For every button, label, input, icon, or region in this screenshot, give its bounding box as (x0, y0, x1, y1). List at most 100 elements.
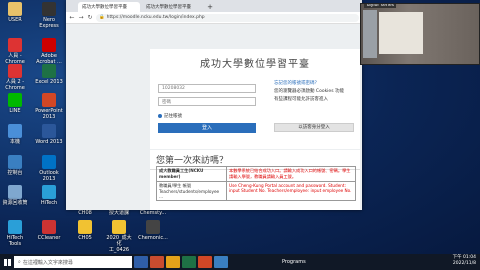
room-window (363, 10, 377, 58)
hitools-icon (8, 220, 22, 234)
browser-toolbar: ← → ↻ 🔒 https://moodle.ncku.edu.tw/login… (66, 12, 362, 24)
forgot-password-link[interactable]: 忘記您的帳號或密碼？ (274, 81, 358, 87)
tab-moodle-1[interactable]: 成功大學數位學習平臺 (78, 2, 140, 12)
desktop-icon-label: HiTech Tools (6, 235, 24, 247)
chemonic-icon (146, 220, 160, 234)
page-title: 成功大學數位學習平臺 (200, 59, 310, 70)
desktop-icon-excel[interactable]: Excel 2013 (34, 64, 64, 85)
desktop-icon-word[interactable]: Word 2013 (34, 124, 64, 145)
desktop-icon-acrobat[interactable]: Adobe Acrobat ... (34, 38, 64, 65)
forward-icon[interactable]: → (78, 14, 84, 21)
checkbox-icon (158, 114, 162, 118)
clock-date: 2022/11/8 (452, 261, 476, 266)
remember-label: 記住帳號 (164, 114, 182, 119)
desktop-icon-label: Outlook 2013 (39, 170, 59, 182)
desktop-icon-chemonic[interactable]: Chemonic... (138, 220, 168, 241)
powerpoint-taskbar-icon[interactable] (198, 256, 212, 268)
recycle-icon (8, 185, 22, 199)
desktop-icon-label: CCleaner (37, 235, 61, 241)
taskbar: ⌕ 在這裡輸入文字來搜尋 Programs 下午 01:04 2022/11/8 (0, 254, 480, 270)
desktop-icon-label: PowerPoint 2013 (35, 108, 63, 120)
app-taskbar-icon[interactable] (214, 256, 228, 268)
desktop-icon-line[interactable]: LINE (0, 93, 30, 114)
user-icon (8, 2, 22, 16)
excel-taskbar-icon[interactable] (182, 256, 196, 268)
browser-window: 成功大學數位學習平臺 成功大學數位學習平臺 + ← → ↻ 🔒 https://… (66, 0, 362, 210)
desktop-icon-label: Excel 2013 (35, 79, 63, 85)
start-button[interactable] (0, 254, 14, 270)
desktop-icon-label: Nero Express (39, 17, 59, 29)
desktop-icon-in2[interactable]: 人員 2 - Chrome (0, 64, 30, 91)
desktop-icon-ch05[interactable]: CH05 (70, 220, 100, 241)
search-icon: ⌕ (18, 259, 21, 265)
pc-icon (8, 124, 22, 138)
desktop-icon-pc[interactable]: 本機 (0, 124, 30, 145)
tab-bar: 成功大學數位學習平臺 成功大學數位學習平臺 + (66, 0, 362, 12)
username-field[interactable]: 10208032 (158, 84, 256, 93)
desktop-icon-hitools[interactable]: HiTech Tools (0, 220, 30, 247)
taskbar-search[interactable]: ⌕ 在這裡輸入文字來搜尋 (14, 256, 132, 268)
ppt-icon (42, 93, 56, 107)
desktop-icon-user[interactable]: USER (0, 2, 30, 23)
desktop-icon-ccleaner[interactable]: CCleaner (34, 220, 64, 241)
hitech-icon (42, 185, 56, 199)
desktop-icon-nero[interactable]: Nero Express (34, 2, 64, 29)
url-text: https://moodle.ncku.edu.tw/login/index.p… (106, 15, 205, 20)
desktop-icon-cv2020[interactable]: 2020_成大化 工_0426 (104, 220, 134, 253)
ch05-icon (78, 220, 92, 234)
excel-icon (42, 64, 56, 78)
chrome-taskbar-icon[interactable] (150, 256, 164, 268)
desktop-icon-label: Chemonic... (138, 235, 168, 241)
table-row: 教職員/學生 帳號 Teachers/students/employee ...… (157, 182, 355, 200)
outlook-icon (42, 155, 56, 169)
explorer-taskbar-icon[interactable] (166, 256, 180, 268)
word-icon (42, 124, 56, 138)
address-bar[interactable]: 🔒 https://moodle.ncku.edu.tw/login/index… (96, 13, 359, 22)
windows-icon (3, 258, 11, 266)
desktop-icon-hitech[interactable]: HiTech (34, 185, 64, 206)
info-table: 成大教職員工生(NCKU member) 本數學系統已結合成功入口。請輸入成功入… (156, 166, 356, 201)
search-placeholder: 在這裡輸入文字來搜尋 (22, 259, 73, 266)
desktop-icon-label: 資源回收筒 (2, 200, 28, 206)
desktop-icon-label: Word 2013 (35, 139, 63, 145)
desktop-icon-label: 授大道課 (108, 210, 129, 216)
password-field[interactable]: 密碼 (158, 97, 256, 106)
moodle-page: 成功大學數位學習平臺 10208032 密碼 記住帳號 登入 忘記您的帳號或密碼… (66, 24, 362, 210)
desktop-icon-ppt[interactable]: PowerPoint 2013 (34, 93, 64, 120)
lock-icon: 🔒 (99, 15, 105, 20)
cookie-notice: 您的瀏覽器必須啟動 Cookies 功能 (274, 89, 344, 94)
guest-note: 有些課程可能允許訪客進入 (274, 97, 328, 102)
desktop-icon-recycle[interactable]: 資源回收筒 (0, 185, 30, 206)
back-icon[interactable]: ← (69, 14, 75, 21)
system-clock[interactable]: 下午 01:04 2022/11/8 (453, 255, 476, 267)
in1-icon (8, 38, 22, 52)
desktop-icon-ctrl[interactable]: 控制台 (0, 155, 30, 176)
desktop-icon-label: CH08 (78, 210, 92, 216)
login-button[interactable]: 登入 (158, 123, 256, 133)
help-column: 忘記您的帳號或密碼？ 您的瀏覽器必須啟動 Cookies 功能 有些課程可能允許… (274, 81, 358, 103)
task-view-icon[interactable] (134, 256, 148, 268)
desktop-icon-label: HiTech (40, 200, 58, 206)
line-icon (8, 93, 22, 107)
desktop-icon-label: Chemsty... (139, 210, 167, 216)
desktop-icon-outlook[interactable]: Outlook 2013 (34, 155, 64, 182)
desktop-icon-in1[interactable]: 人員 - Chrome (0, 38, 30, 65)
table-cell: Use Cheng-Kung Portal account and passwo… (229, 183, 352, 193)
remember-checkbox[interactable]: 記住帳號 (158, 113, 182, 119)
desktop-icon-label: CH05 (78, 235, 92, 241)
desktop-icon-label: 本機 (9, 139, 20, 145)
ctrl-icon (8, 155, 22, 169)
reload-icon[interactable]: ↻ (87, 14, 93, 21)
desktop-icon-label: 控制台 (7, 170, 23, 176)
video-overlay[interactable]: Taylor series (360, 3, 480, 65)
programs-label[interactable]: Programs (282, 259, 306, 265)
acrobat-icon (42, 38, 56, 52)
desktop-icon-label: LINE (9, 108, 21, 114)
guest-login-button[interactable]: 以訪客身分登入 (274, 123, 354, 132)
first-time-section: 您第一次來訪嗎？ 成大教職員工生(NCKU member) 本數學系統已結合成功… (150, 150, 360, 210)
desktop-icon-label: 2020_成大化 工_0426 (106, 235, 132, 253)
tab-taylor[interactable]: Taylor series (364, 4, 397, 8)
new-tab-button[interactable]: + (206, 2, 214, 12)
tab-moodle-2[interactable]: 成功大學數位學習平臺 (142, 2, 204, 12)
login-card: 成功大學數位學習平臺 10208032 密碼 記住帳號 登入 忘記您的帳號或密碼… (150, 49, 360, 149)
